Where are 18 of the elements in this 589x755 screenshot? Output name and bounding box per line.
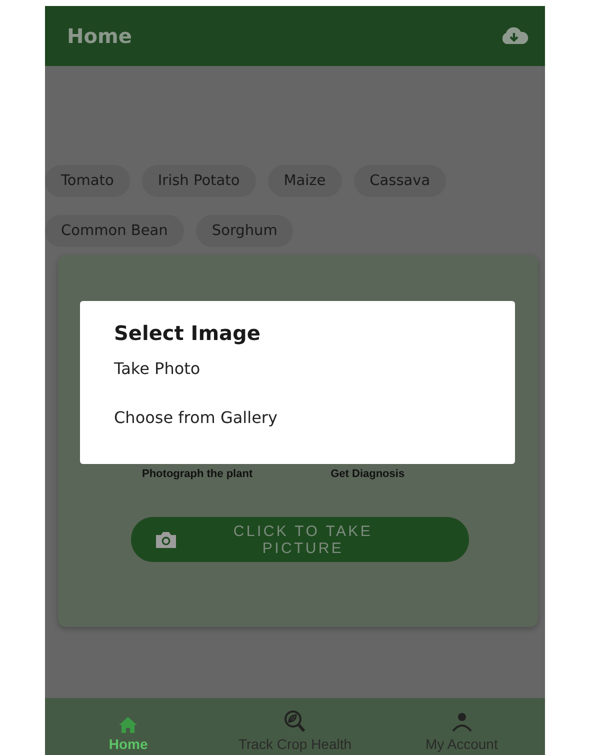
dialog-option[interactable]: Take Photo bbox=[114, 359, 200, 378]
nav-tab[interactable]: Home bbox=[45, 698, 212, 755]
crop-chip[interactable]: Common Bean bbox=[45, 215, 184, 247]
crop-chip[interactable]: Maize bbox=[268, 165, 342, 197]
camera-icon bbox=[155, 530, 177, 548]
crop-chip[interactable]: Cassava bbox=[354, 165, 446, 197]
home-icon bbox=[118, 716, 138, 734]
person-icon bbox=[450, 712, 473, 734]
crop-chip[interactable]: Tomato bbox=[45, 165, 130, 197]
dialog-option[interactable]: Choose from Gallery bbox=[114, 408, 278, 427]
crop-chip[interactable]: Irish Potato bbox=[142, 165, 256, 197]
take-picture-button[interactable]: CLICK TO TAKE PICTURE bbox=[131, 517, 469, 562]
crop-chip[interactable]: Sorghum bbox=[196, 215, 294, 247]
step-label: Photograph the plant bbox=[142, 468, 253, 480]
step-label: Get Diagnosis bbox=[330, 468, 405, 480]
screen-title: Home bbox=[67, 24, 132, 48]
dialog-title: Select Image bbox=[114, 321, 260, 345]
magnifier-leaf-icon bbox=[283, 710, 307, 734]
